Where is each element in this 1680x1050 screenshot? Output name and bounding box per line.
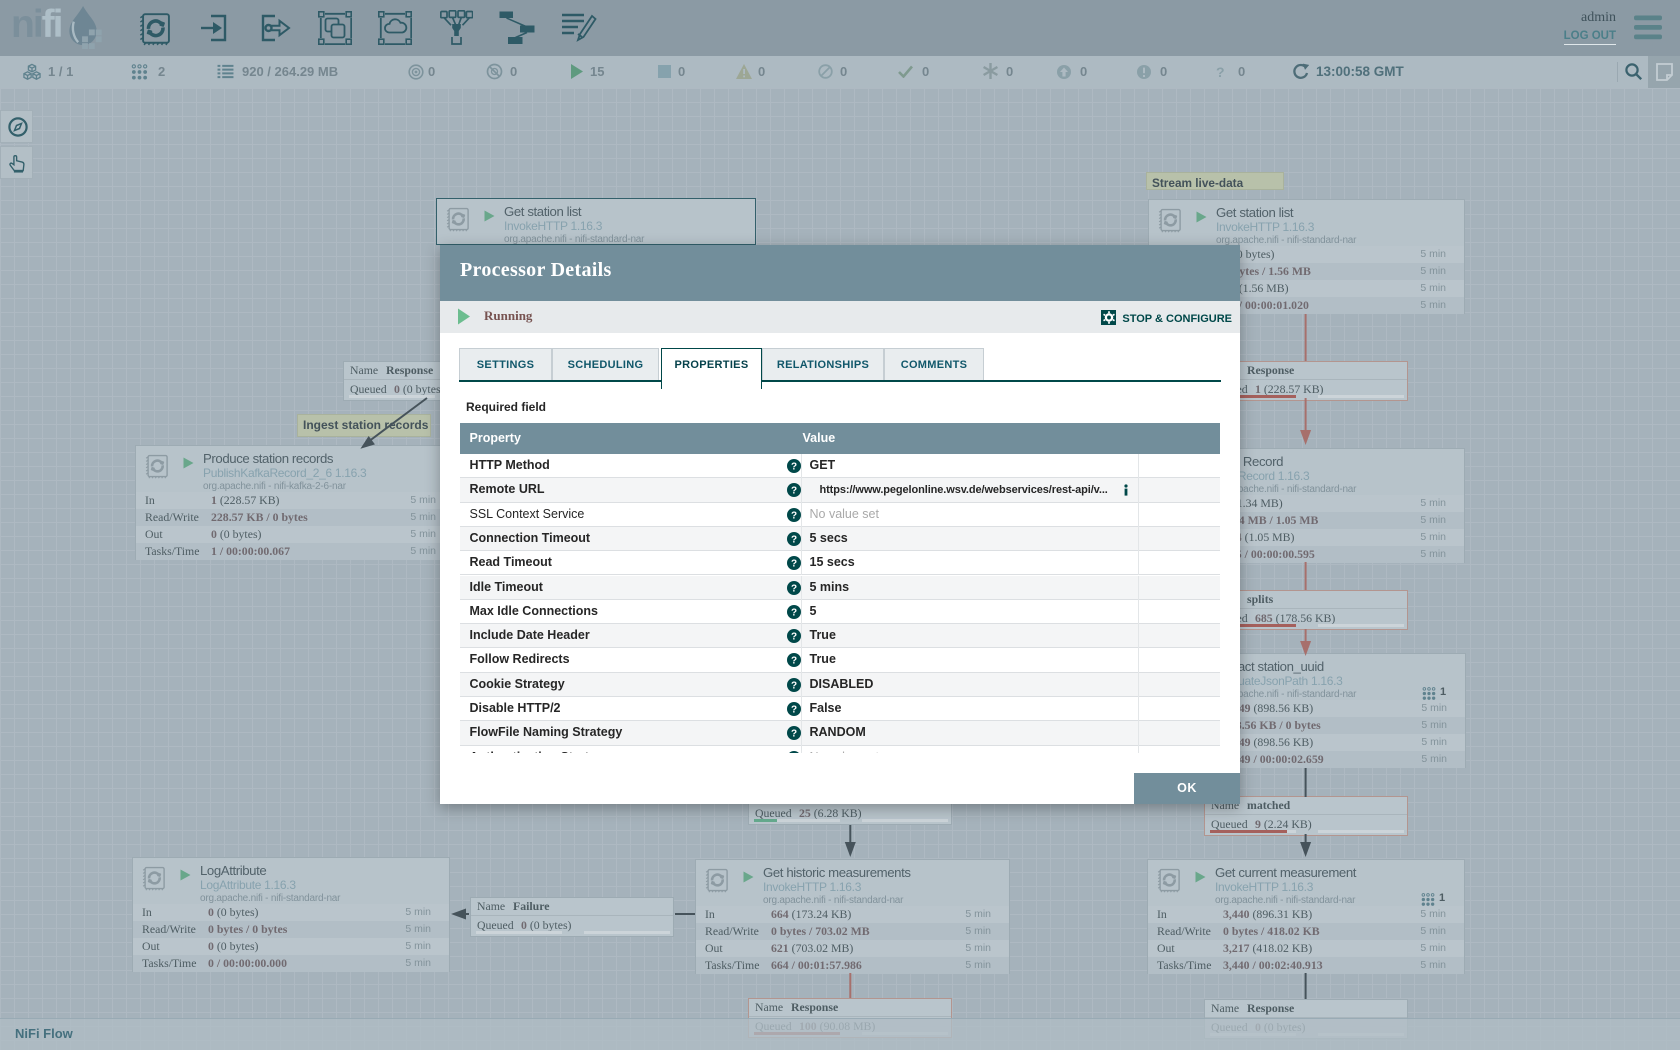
svg-text:?: ? [790, 705, 796, 716]
svg-text:?: ? [790, 486, 796, 497]
svg-text:?: ? [790, 656, 796, 667]
svg-text:?: ? [790, 462, 796, 473]
svg-text:?: ? [790, 510, 796, 521]
svg-text:?: ? [790, 534, 796, 545]
svg-text:?: ? [790, 680, 796, 691]
svg-text:?: ? [790, 607, 796, 618]
svg-text:?: ? [790, 729, 796, 740]
svg-text:?: ? [790, 583, 796, 594]
svg-text:?: ? [790, 632, 796, 643]
svg-text:?: ? [790, 559, 796, 570]
